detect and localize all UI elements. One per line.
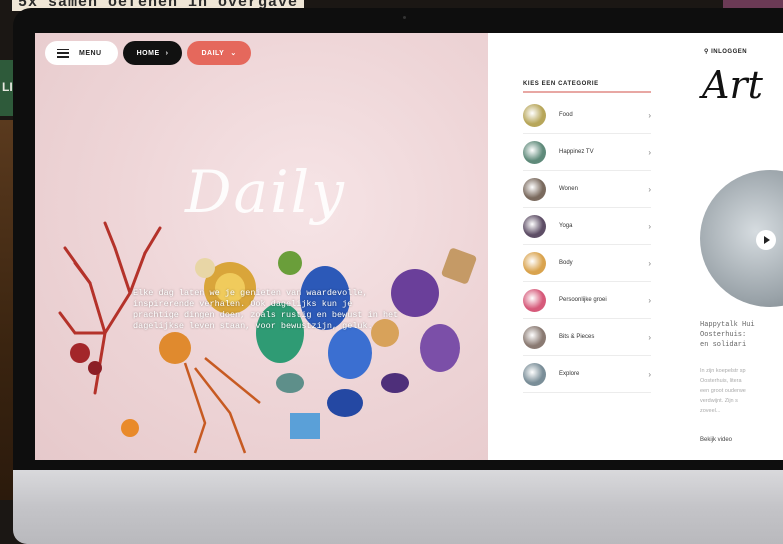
chevron-right-icon: › <box>648 110 651 120</box>
category-item[interactable]: Body › <box>523 245 651 282</box>
category-label: Body <box>559 260 573 266</box>
teaser-title-line: Oosterhuis: <box>700 331 747 339</box>
category-thumbnail <box>523 251 546 275</box>
hero-text: Elke dag laten we je genieten van waarde… <box>133 288 399 331</box>
category-item[interactable]: Explore › <box>523 356 651 393</box>
category-panel: KIES EEN CATEGORIE Food › Happinez TV › Wone… <box>488 33 668 460</box>
menu-label: MENU <box>79 49 102 57</box>
screen: Daily Elke dag laten we je genieten van … <box>35 33 783 460</box>
chevron-right-icon: › <box>648 221 651 231</box>
menu-button[interactable]: MENU <box>45 41 118 65</box>
daily-label: DAILY <box>201 49 225 57</box>
user-icon: ⚲ <box>704 49 709 55</box>
category-list: Food › Happinez TV › Wonen › Yoga › Body › Persoon… <box>523 97 651 393</box>
category-thumbnail <box>523 362 546 386</box>
category-thumbnail <box>523 325 546 349</box>
camera-icon <box>403 16 406 19</box>
teaser-body-line: een groot ouderwe <box>700 388 746 394</box>
category-heading: KIES EEN CATEGORIE <box>523 81 651 93</box>
chevron-right-icon: › <box>648 332 651 342</box>
category-label: Explore <box>559 371 580 377</box>
teaser-column: ⚲ INLOGGEN Art Happytalk Hui Oosterhuis:… <box>668 33 783 460</box>
background-side-letters: LI <box>2 80 13 94</box>
category-item[interactable]: Wonen › <box>523 171 651 208</box>
teaser-title-line: en solidari <box>700 341 747 349</box>
breadcrumb-home[interactable]: HOME › <box>122 41 183 65</box>
teaser-body: In zijn koepelstr sp Oosterhuis, litera … <box>700 366 783 416</box>
teaser-body-line: Oosterhuis, litera <box>700 378 742 384</box>
hero-title: Daily <box>185 158 346 226</box>
category-item[interactable]: Food › <box>523 97 651 134</box>
chevron-down-icon: ⌄ <box>230 50 237 57</box>
play-icon[interactable] <box>756 230 776 250</box>
chevron-right-icon: › <box>648 184 651 194</box>
script-logo: Art <box>702 63 763 107</box>
teaser-body-line: In zijn koepelstr sp <box>700 368 746 374</box>
category-thumbnail <box>523 140 546 164</box>
category-label: Bits & Pieces <box>559 334 595 340</box>
breadcrumb-daily[interactable]: DAILY ⌄ <box>187 41 251 65</box>
category-label: Wonen <box>559 186 578 192</box>
home-label: HOME <box>136 49 160 57</box>
video-thumbnail[interactable] <box>700 170 783 307</box>
category-thumbnail <box>523 288 546 312</box>
login-label: INLOGGEN <box>711 49 748 55</box>
category-label: Food <box>559 112 573 118</box>
chevron-right-icon: › <box>165 49 169 57</box>
hamburger-icon <box>57 48 69 58</box>
chevron-right-icon: › <box>648 295 651 305</box>
category-label: Persoonlijke groei <box>559 297 607 303</box>
chevron-right-icon: › <box>648 147 651 157</box>
rainbow-objects-illustration <box>58 221 477 454</box>
category-label: Happinez TV <box>559 149 594 155</box>
chevron-right-icon: › <box>648 258 651 268</box>
category-thumbnail <box>523 103 546 127</box>
hero-banner: Daily Elke dag laten we je genieten van … <box>35 33 488 460</box>
category-item[interactable]: Persoonlijke groei › <box>523 282 651 319</box>
watch-video-link[interactable]: Bekijk video <box>700 437 732 443</box>
category-item[interactable]: Yoga › <box>523 208 651 245</box>
category-thumbnail <box>523 177 546 201</box>
teaser-title[interactable]: Happytalk Hui Oosterhuis: en solidari <box>700 320 783 350</box>
category-item[interactable]: Bits & Pieces › <box>523 319 651 356</box>
category-thumbnail <box>523 214 546 238</box>
chevron-right-icon: › <box>648 369 651 379</box>
teaser-body-line: zoveel... <box>700 408 721 414</box>
category-label: Yoga <box>559 223 573 229</box>
login-link[interactable]: ⚲ INLOGGEN <box>704 48 747 55</box>
top-navigation: MENU HOME › DAILY ⌄ <box>45 41 251 65</box>
monitor-chin <box>13 470 783 544</box>
teaser-title-line: Happytalk Hui <box>700 321 755 329</box>
teaser-body-line: verdwijnt. Zijn s <box>700 398 738 404</box>
category-item[interactable]: Happinez TV › <box>523 134 651 171</box>
